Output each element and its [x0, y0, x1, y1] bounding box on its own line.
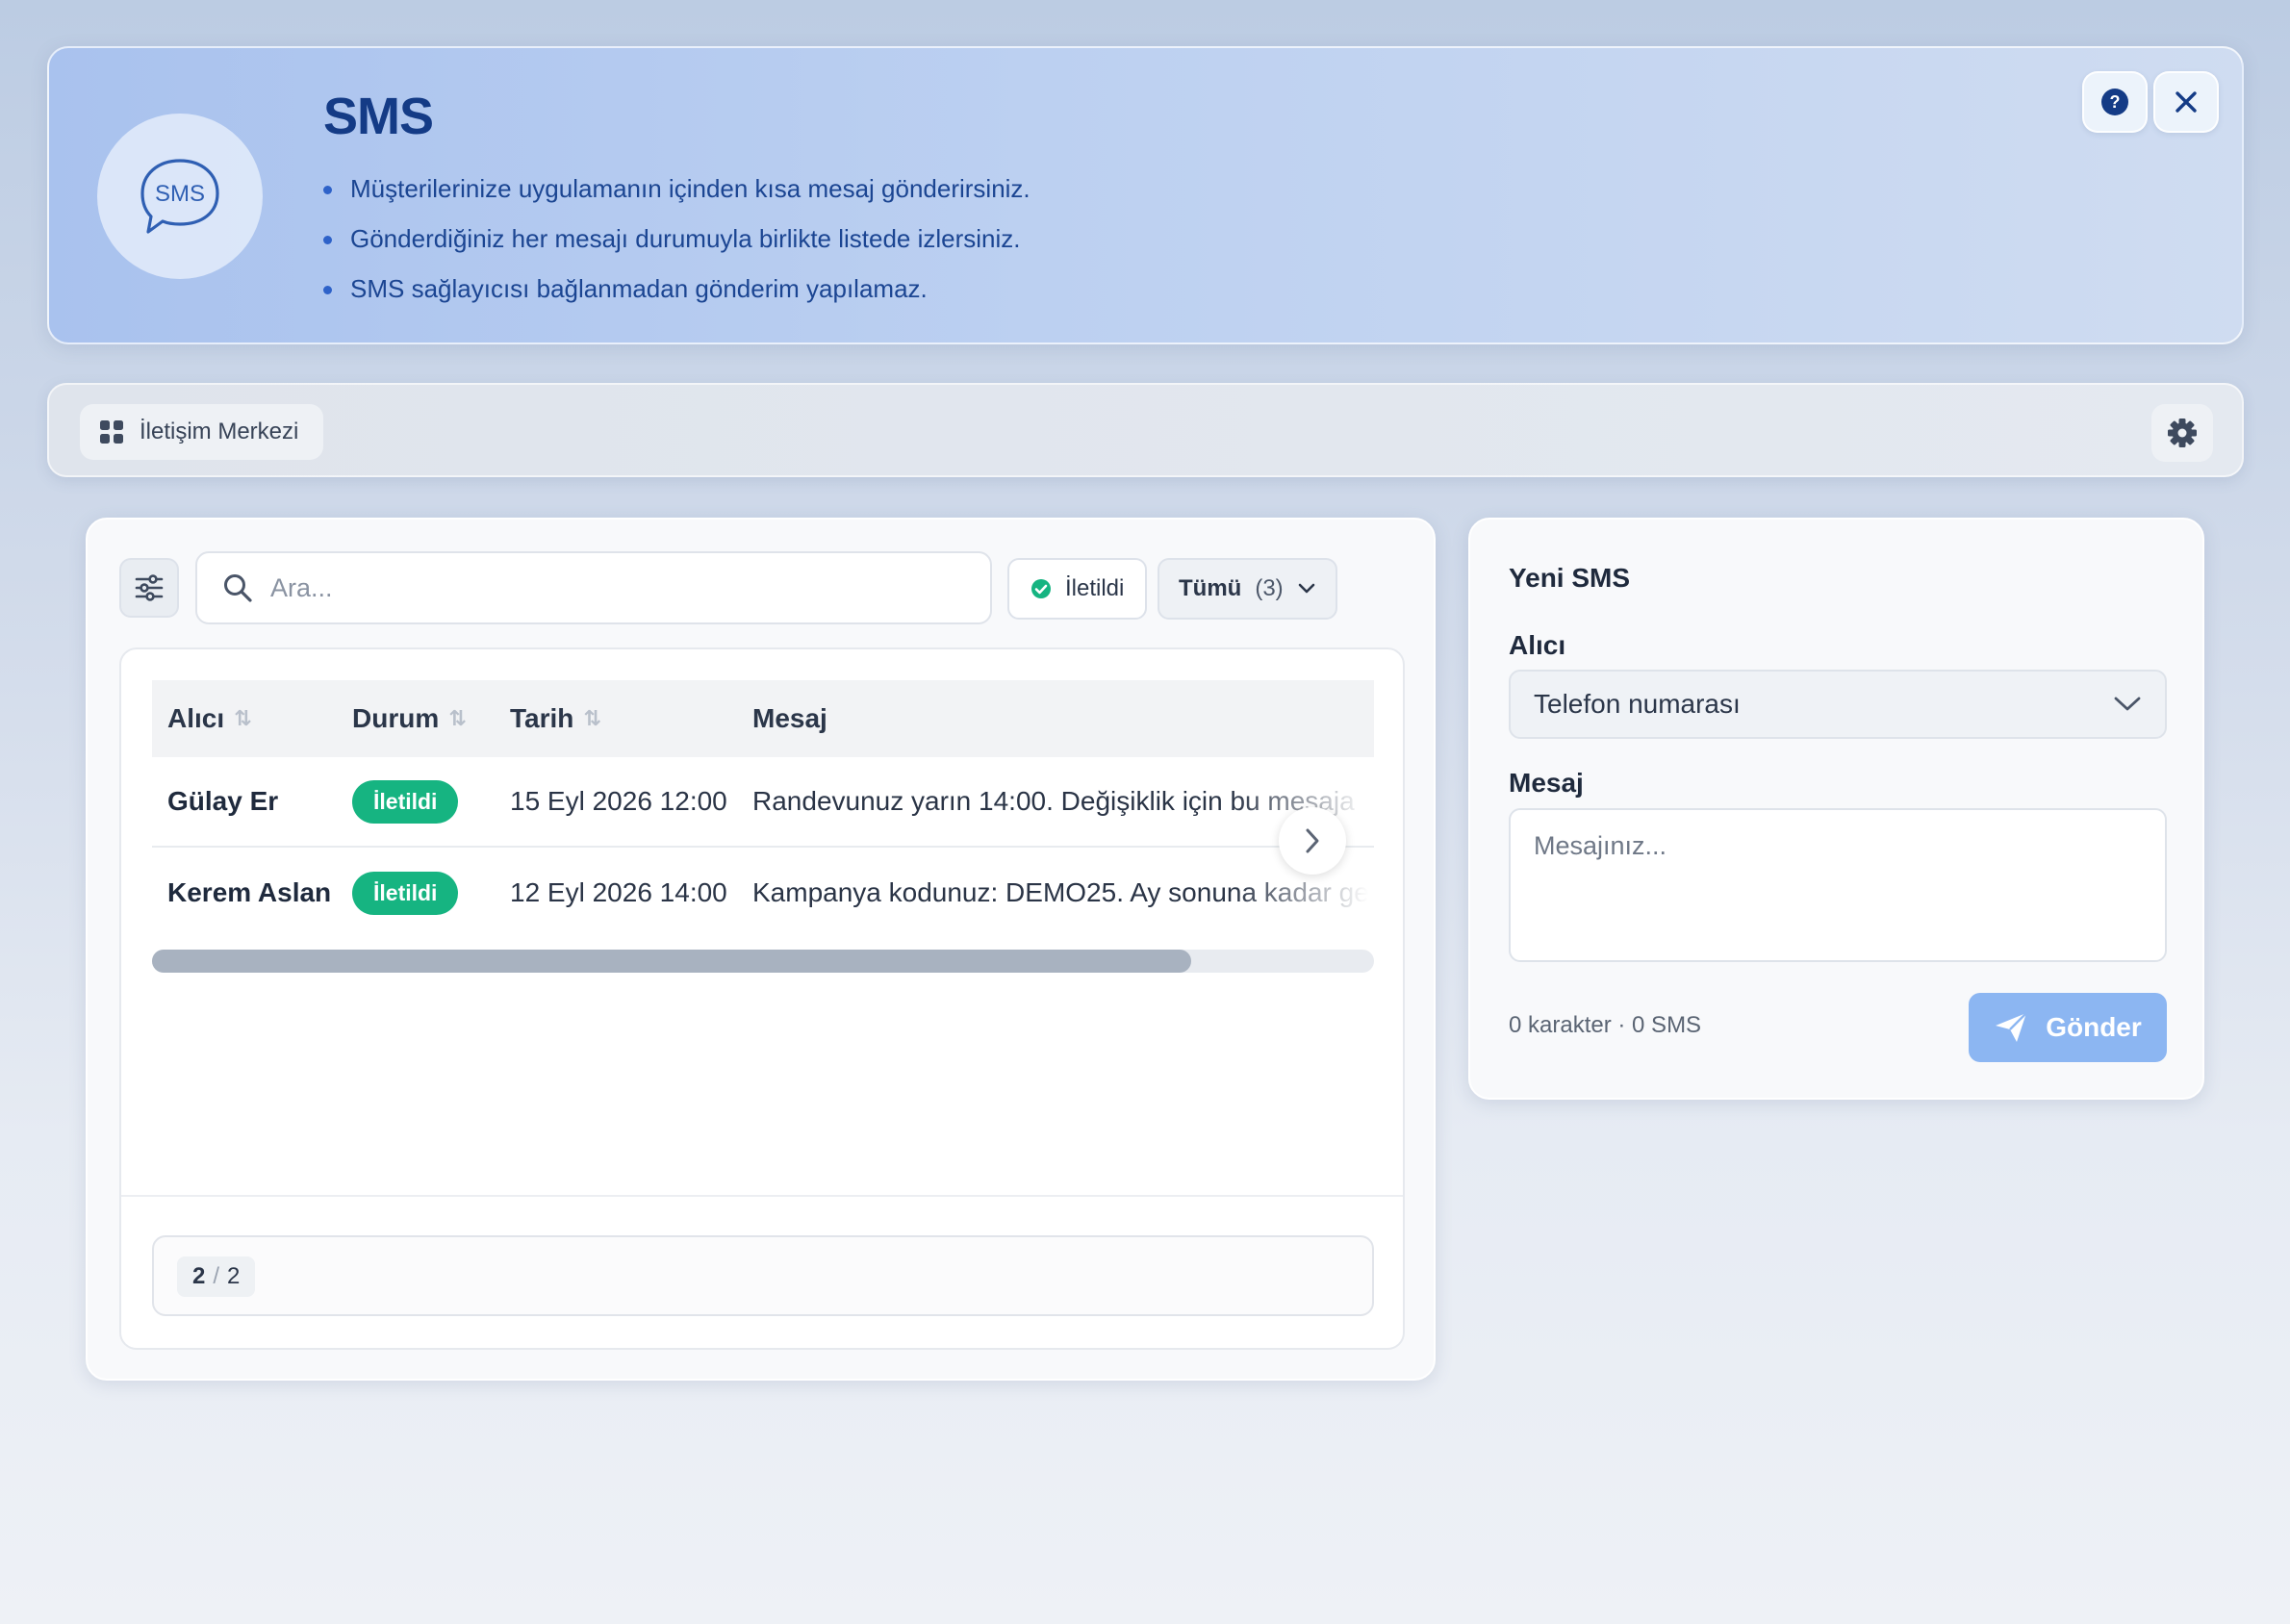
sms-logo-text: SMS	[155, 181, 205, 207]
sort-icon: ⇅	[448, 706, 467, 730]
sliders-icon	[135, 574, 164, 601]
help-icon: ?	[2101, 89, 2128, 115]
info-banner: SMS SMS Müşterilerinize uygulamanın için…	[47, 46, 2244, 344]
date-cell: 12 Eyl 2026 14:00	[510, 877, 727, 907]
scrollbar-thumb[interactable]	[152, 950, 1191, 973]
close-icon	[2176, 91, 2197, 113]
page-separator: /	[213, 1263, 220, 1289]
breadcrumb-label: İletişim Merkezi	[140, 419, 299, 444]
column-header-date[interactable]: Tarih ⇅	[510, 703, 601, 734]
recipient-select[interactable]: Telefon numarası	[1509, 670, 2167, 739]
table-header: Alıcı ⇅ Durum ⇅ Tarih ⇅ Mesaj	[152, 680, 1374, 757]
chevron-right-icon	[1306, 828, 1319, 853]
message-textarea[interactable]	[1509, 808, 2167, 962]
message-cell: Randevunuz yarın 14:00. Değişiklik için …	[752, 786, 1355, 816]
sms-list-card: İletildi Tümü (3) Alıcı ⇅ Durum ⇅ Tarih …	[86, 518, 1436, 1381]
svg-text:?: ?	[2110, 92, 2121, 112]
pagination-bar: 2 / 2	[152, 1235, 1374, 1316]
app-toolbar: İletişim Merkezi	[47, 383, 2244, 477]
page-indicator[interactable]: 2 / 2	[177, 1256, 256, 1297]
status-cell: İletildi	[352, 871, 459, 915]
date-cell: 15 Eyl 2026 12:00	[510, 786, 727, 816]
send-button[interactable]: Gönder	[1969, 993, 2167, 1062]
check-circle-icon	[1031, 579, 1051, 598]
horizontal-scrollbar[interactable]	[152, 950, 1374, 973]
send-button-label: Gönder	[2046, 1012, 2142, 1042]
message-cell: Kampanya kodunuz: DEMO25. Ay sonuna kada…	[752, 877, 1368, 907]
status-cell: İletildi	[352, 779, 459, 824]
recipient-select-value: Telefon numarası	[1534, 689, 1741, 719]
status-badge: İletildi	[352, 871, 459, 915]
column-label: Durum	[352, 703, 440, 733]
all-filter-count: (3)	[1255, 575, 1284, 601]
character-counter: 0 karakter · 0 SMS	[1509, 1012, 1702, 1038]
grid-icon	[100, 420, 123, 444]
column-label: Alıcı	[167, 703, 225, 733]
table-row[interactable]: Kerem Aslan İletildi 12 Eyl 2026 14:00 K…	[152, 848, 1374, 938]
send-icon	[1996, 1012, 2028, 1042]
total-pages: 2	[227, 1263, 241, 1289]
search-icon	[224, 574, 252, 602]
column-header-status[interactable]: Durum ⇅	[352, 703, 467, 734]
status-filter-chip[interactable]: İletildi	[1007, 558, 1148, 620]
close-button[interactable]	[2153, 71, 2219, 133]
recipient-label: Alıcı	[1509, 630, 1566, 660]
column-header-recipient[interactable]: Alıcı ⇅	[167, 703, 252, 734]
banner-bullet: Gönderdiğiniz her mesajı durumuyla birli…	[323, 214, 1030, 264]
sort-icon: ⇅	[234, 706, 252, 730]
banner-bullet: Müşterilerinize uygulamanın içinden kısa…	[323, 164, 1030, 214]
recipient-cell: Gülay Er	[167, 786, 279, 816]
banner-bullet: SMS sağlayıcısı bağlanmadan gönderim yap…	[323, 264, 1030, 314]
column-label: Mesaj	[752, 703, 827, 733]
page-title: SMS	[323, 88, 434, 145]
status-filter-label: İletildi	[1065, 575, 1125, 601]
table-row[interactable]: Gülay Er İletildi 15 Eyl 2026 12:00 Rand…	[152, 757, 1374, 848]
settings-button[interactable]	[2151, 404, 2213, 462]
gear-icon	[2168, 419, 2197, 447]
column-label: Tarih	[510, 703, 574, 733]
sms-chat-icon: SMS	[97, 114, 263, 279]
help-button[interactable]: ?	[2082, 71, 2148, 133]
divider	[121, 1195, 1403, 1197]
sms-table-panel: Alıcı ⇅ Durum ⇅ Tarih ⇅ Mesaj Gülay Er İ…	[119, 647, 1405, 1350]
all-filter-label: Tümü	[1179, 575, 1242, 601]
filter-button[interactable]	[119, 558, 179, 618]
compose-sms-card: Yeni SMS Alıcı Telefon numarası Mesaj 0 …	[1468, 518, 2204, 1100]
scroll-right-button[interactable]	[1279, 807, 1346, 875]
search-input[interactable]	[270, 572, 944, 603]
recipient-cell: Kerem Aslan	[167, 877, 332, 907]
column-header-message: Mesaj	[752, 703, 827, 734]
compose-title: Yeni SMS	[1509, 563, 1631, 593]
breadcrumb[interactable]: İletişim Merkezi	[80, 404, 324, 460]
sort-icon: ⇅	[583, 706, 601, 730]
banner-feature-list: Müşterilerinize uygulamanın içinden kısa…	[323, 164, 1030, 314]
chevron-down-icon	[1298, 583, 1314, 594]
current-page: 2	[192, 1263, 206, 1289]
all-filter-dropdown[interactable]: Tümü (3)	[1158, 558, 1337, 620]
message-label: Mesaj	[1509, 768, 1584, 798]
chevron-down-icon	[2114, 697, 2141, 711]
search-box[interactable]	[195, 551, 992, 624]
status-badge: İletildi	[352, 779, 459, 824]
